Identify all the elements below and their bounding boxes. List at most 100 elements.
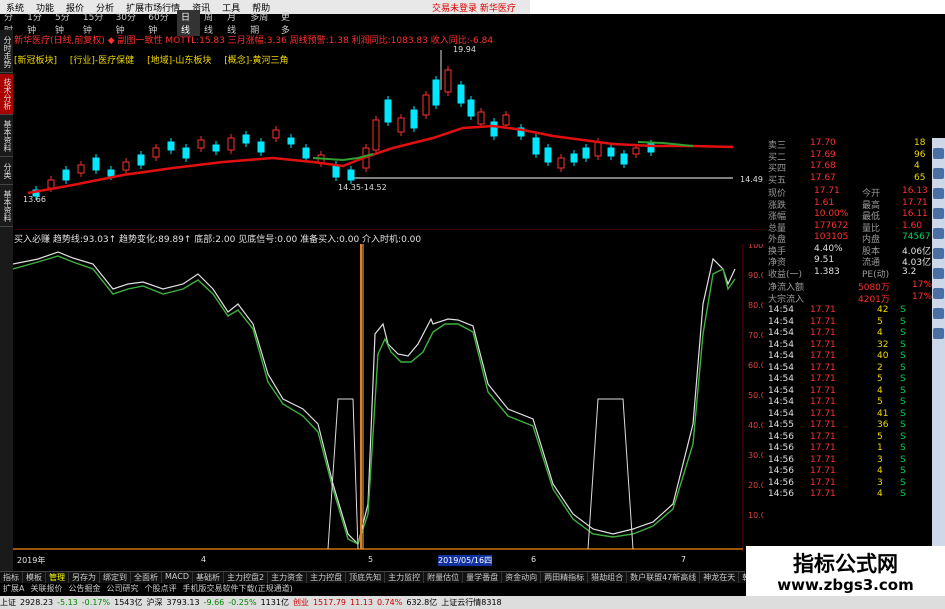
candle-body xyxy=(410,109,418,129)
stat-label: 收益(一) xyxy=(768,269,803,280)
tick-row[interactable]: 14:54 17.71 32 S xyxy=(762,340,930,351)
tick-row[interactable]: 14:54 17.71 40 S xyxy=(762,351,930,362)
candle-body xyxy=(620,153,628,165)
tick-row[interactable]: 14:54 17.71 41 S xyxy=(762,409,930,420)
left-tab-intraday[interactable]: 分时走势 xyxy=(0,32,13,73)
stat-row[interactable]: 收益(一) 1.383 PE(动) 3.2 xyxy=(762,266,930,280)
tick-time: 14:56 xyxy=(768,454,794,465)
stat-row[interactable]: 总量 177672 量比 1.60 xyxy=(762,220,930,234)
tick-price: 17.71 xyxy=(810,489,836,499)
stat-value: 4.40% xyxy=(814,243,843,254)
order-row[interactable]: 卖三 17.70 18 xyxy=(762,138,930,151)
stat-value: 1.383 xyxy=(814,266,840,277)
left-tab-strip: 分时走势 技术分析 基本资料 分类 基本资料 xyxy=(0,30,13,590)
left-tab-basic[interactable]: 基本资料 xyxy=(0,186,13,227)
stat-row[interactable]: 涨幅 10.00% 最低 16.11 xyxy=(762,209,930,222)
tick-row[interactable]: 14:54 17.71 5 S xyxy=(762,397,930,408)
flow-row[interactable]: 净流入额 5080万 17% xyxy=(762,280,932,293)
tool-icon[interactable] xyxy=(933,268,944,279)
tick-row[interactable]: 14:56 17.71 4 S xyxy=(762,466,930,477)
candle-body xyxy=(490,121,498,137)
tick-side: S xyxy=(900,362,906,373)
candlestick-chart[interactable]: 19.94 13.66 14.35-14.52 14.49 xyxy=(13,30,763,230)
tick-row[interactable]: 14:56 17.71 3 S xyxy=(762,455,930,466)
status-item: 0.74% xyxy=(376,598,403,607)
order-row[interactable]: 买四 17.68 4 xyxy=(762,161,930,174)
tick-row[interactable]: 14:56 17.71 5 S xyxy=(762,432,930,443)
tick-row[interactable]: 14:54 17.71 5 S xyxy=(762,317,930,328)
tool-icon[interactable] xyxy=(933,228,944,239)
order-row[interactable]: 买五 17.67 65 xyxy=(762,173,930,186)
extension-tab[interactable]: 个股点评 xyxy=(141,583,179,595)
tick-price: 17.71 xyxy=(810,362,836,373)
left-tab-category[interactable]: 分类 xyxy=(0,158,13,185)
left-tab-fundamentals[interactable]: 基本资料 xyxy=(0,116,13,157)
trend-line-white xyxy=(13,251,736,546)
tick-price: 17.71 xyxy=(810,305,836,315)
stat-row[interactable]: 换手 4.40% 股本 4.06亿 xyxy=(762,243,931,257)
order-row[interactable]: 买二 17.69 96 xyxy=(762,150,930,163)
extension-tab[interactable]: 公告掘金 xyxy=(65,583,103,595)
sub-axis-label: 30.00 xyxy=(748,451,763,460)
stat-value: 17.71 xyxy=(814,186,840,196)
tool-icon[interactable] xyxy=(933,308,944,319)
tick-price: 17.71 xyxy=(810,408,836,419)
indicator-chart[interactable]: 100.0 90.00 80.00 70.00 60.00 50.00 40.00 30.00… xyxy=(13,244,763,552)
tool-icon[interactable] xyxy=(933,328,944,339)
tool-icon[interactable] xyxy=(933,188,944,199)
stat-row[interactable]: 涨跌 1.61 最高 17.71 xyxy=(762,198,930,211)
tick-side: S xyxy=(900,466,906,476)
login-alert[interactable]: 交易未登录 新华医疗 xyxy=(432,1,516,14)
candle-body xyxy=(582,147,590,159)
stat-value: 177672 xyxy=(814,220,849,231)
tick-side: S xyxy=(900,489,906,499)
tick-time: 14:56 xyxy=(768,489,794,499)
left-tab-technical[interactable]: 技术分析 xyxy=(0,74,13,115)
extension-tab[interactable]: 公司研究 xyxy=(103,583,141,595)
tick-price: 17.71 xyxy=(810,477,836,488)
tick-row[interactable]: 14:54 17.71 2 S xyxy=(762,363,930,374)
stat-value: 74567 xyxy=(902,232,931,242)
stat-row[interactable]: 净资 9.51 流通 4.03亿 xyxy=(762,255,931,268)
status-item: 创业 xyxy=(292,598,309,607)
tick-row[interactable]: 14:54 17.71 42 S xyxy=(762,305,930,316)
tick-row[interactable]: 14:56 17.71 1 S xyxy=(762,443,930,454)
order-volume: 18 xyxy=(914,138,926,148)
tick-row[interactable]: 14:54 17.71 5 S xyxy=(762,374,930,385)
stat-value: 16.13 xyxy=(902,186,928,196)
date-label: 5 xyxy=(368,555,374,564)
extension-tab[interactable]: 扩展A xyxy=(0,583,27,595)
tick-volume: 1 xyxy=(877,443,883,453)
tool-icon[interactable] xyxy=(933,208,944,219)
tick-side: S xyxy=(900,454,906,465)
tick-row[interactable]: 14:56 17.71 4 S xyxy=(762,489,930,500)
flow-row[interactable]: 大宗流入 4201万 17% xyxy=(762,292,932,305)
status-item: 632.8亿 xyxy=(406,598,438,607)
candles-group xyxy=(32,66,655,200)
stat-row[interactable]: 现价 17.71 今开 16.13 xyxy=(762,186,930,199)
tick-side: S xyxy=(900,397,906,407)
tick-time: 14:56 xyxy=(768,443,794,453)
candle-body xyxy=(557,157,565,169)
status-item: 沪深 xyxy=(146,598,163,607)
extension-tab[interactable]: 关联报价 xyxy=(27,583,65,595)
tool-icon[interactable] xyxy=(933,288,944,299)
tick-price: 17.71 xyxy=(810,328,836,338)
tick-row[interactable]: 14:55 17.71 36 S xyxy=(762,420,930,431)
tool-icon[interactable] xyxy=(933,168,944,179)
status-item: 11.13 xyxy=(350,598,373,607)
status-item: 上证 xyxy=(0,598,16,607)
tool-icon[interactable] xyxy=(933,148,944,159)
tick-row[interactable]: 14:54 17.71 4 S xyxy=(762,386,930,397)
tick-row[interactable]: 14:54 17.71 4 S xyxy=(762,328,930,339)
extension-tab[interactable]: 手机版交易软件下载(正规通道) xyxy=(179,583,295,595)
status-item: 1131亿 xyxy=(260,598,289,607)
candle-body xyxy=(227,137,235,151)
candle-body xyxy=(167,141,175,151)
tool-icon[interactable] xyxy=(933,248,944,259)
stat-row[interactable]: 外盘 103105 内盘 74567 xyxy=(762,232,931,245)
status-item: 3793.13 xyxy=(166,598,200,607)
tick-volume: 5 xyxy=(877,397,883,407)
tick-row[interactable]: 14:56 17.71 3 S xyxy=(762,478,930,489)
status-bar: 上证 2928.23 -5.13 -0.17% 1543亿 沪深 3793.13 -9.66-… xyxy=(0,596,945,609)
